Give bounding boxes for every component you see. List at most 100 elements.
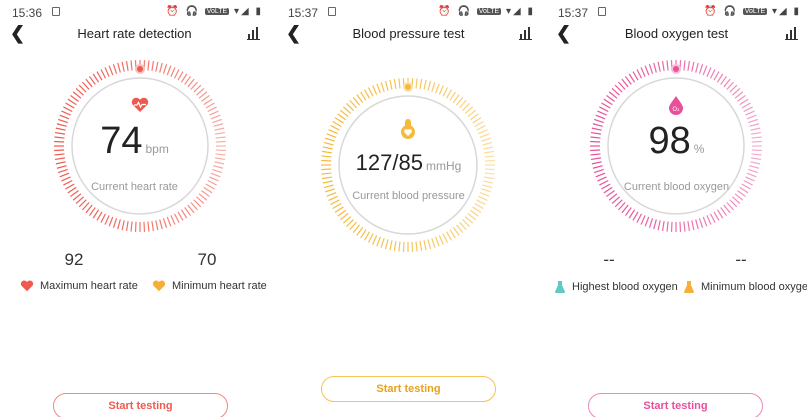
gauge-tick xyxy=(472,206,482,213)
gauge-tick xyxy=(134,221,137,232)
gauge-tick xyxy=(85,204,93,214)
gauge-tick xyxy=(691,61,695,72)
gauge-tick xyxy=(173,69,180,79)
gauge-tick xyxy=(657,220,661,231)
gauge-tick xyxy=(419,78,423,90)
gauge-tick xyxy=(356,226,364,236)
gauge-tick xyxy=(687,220,691,232)
min-heart-rate-legend: Minimum heart rate xyxy=(152,280,267,292)
gauge-tick xyxy=(648,218,654,228)
gauge-tick xyxy=(427,80,432,91)
gauge-tick xyxy=(666,221,669,232)
legend-label: Maximum heart rate xyxy=(40,280,138,292)
gauge-tick xyxy=(732,88,741,96)
blood-oxygen-number: 98 xyxy=(648,120,691,162)
gauge-tick xyxy=(749,165,760,169)
gauge-tick xyxy=(644,216,650,227)
gauge-tick xyxy=(606,94,615,102)
start-testing-button[interactable]: Start testing xyxy=(588,393,763,417)
gauge-tick xyxy=(608,193,618,201)
gauge-tick xyxy=(121,61,125,72)
gauge-marker xyxy=(403,82,413,92)
gauge-tick xyxy=(104,215,110,225)
gauge-tick xyxy=(741,102,751,109)
gauge-tick xyxy=(611,88,620,96)
gauge-tick xyxy=(628,73,636,83)
gauge-tick xyxy=(151,220,155,232)
gauge-tick xyxy=(611,196,620,204)
gauge-tick xyxy=(380,82,385,92)
reading-unit: % xyxy=(693,142,705,156)
gauge-tick xyxy=(352,224,361,233)
reading-value: 74 bpm xyxy=(0,120,269,163)
gauge-tick xyxy=(464,216,474,224)
gauge-tick xyxy=(737,94,746,102)
gauge-tick xyxy=(483,180,494,184)
gauge-tick xyxy=(210,114,221,120)
gauge-tick xyxy=(125,220,129,232)
gauge-tick xyxy=(170,215,176,225)
gauge-tick xyxy=(326,133,337,138)
gauge-tick xyxy=(82,202,90,211)
gauge-tick xyxy=(614,199,623,208)
gauge-tick xyxy=(323,184,334,189)
highest-oxygen-legend: Highest blood oxygen xyxy=(554,280,678,294)
gauge-tick xyxy=(482,141,493,146)
start-testing-button[interactable]: Start testing xyxy=(321,376,496,402)
gauge-tick xyxy=(427,239,432,250)
gauge-tick xyxy=(193,199,202,208)
gauge-tick xyxy=(75,88,84,96)
gauge-tick xyxy=(328,129,338,135)
gauge-tick xyxy=(334,206,344,213)
gauge-tick xyxy=(442,233,449,243)
max-heart-rate-value: 92 xyxy=(64,250,84,269)
gauge-tick xyxy=(691,220,695,231)
gauge-tick xyxy=(173,213,180,223)
gauge-tick xyxy=(419,240,423,252)
gauge-tick xyxy=(442,87,449,97)
gauge-tick xyxy=(184,76,192,85)
gauge-tick xyxy=(449,91,456,101)
gauge-tick xyxy=(187,78,195,88)
gauge-tick xyxy=(459,221,467,231)
gauge-tick xyxy=(628,209,636,219)
gauge-tick xyxy=(117,62,121,73)
gauge-tick xyxy=(360,91,367,101)
gauge-tick xyxy=(618,202,626,211)
gauge-tick xyxy=(462,103,470,111)
gauge-tick xyxy=(683,60,686,71)
gauge-tick xyxy=(70,94,79,102)
gauge-tick xyxy=(323,141,334,146)
gauge-tick xyxy=(203,98,213,106)
gauge-tick xyxy=(709,69,716,79)
blood-pressure-number: 127/85 xyxy=(355,150,423,175)
gauge-tick xyxy=(462,219,470,227)
gauge-tick xyxy=(734,91,744,99)
gauge-tick xyxy=(481,137,491,142)
gauge-tick xyxy=(193,84,202,93)
gauge-tick xyxy=(713,71,720,81)
heart-icon xyxy=(20,280,34,292)
gauge-tick xyxy=(640,215,646,225)
gauge-tick xyxy=(180,209,188,219)
gauge-tick xyxy=(356,94,364,104)
gauge-tick xyxy=(96,211,103,221)
svg-text:O₂: O₂ xyxy=(672,106,680,113)
gauge-tick xyxy=(63,106,73,113)
flask-icon xyxy=(684,281,694,293)
legend-label: Minimum blood oxygen xyxy=(701,281,807,293)
gauge-tick xyxy=(455,97,464,106)
gauge-tick xyxy=(438,235,444,245)
gauge-tick xyxy=(467,109,476,118)
gauge-tick xyxy=(130,60,133,71)
start-testing-button[interactable]: Start testing xyxy=(53,393,228,417)
gauge-tick xyxy=(92,209,100,219)
minimum-oxygen-legend: Minimum blood oxygen xyxy=(683,280,807,294)
gauge-tick xyxy=(739,98,749,106)
gauge-tick xyxy=(58,168,68,174)
gauge-tick xyxy=(177,71,184,81)
gauge-tick xyxy=(702,65,708,76)
gauge-tick xyxy=(636,213,643,223)
gauge-tick xyxy=(372,85,378,95)
gauge-tick xyxy=(411,241,414,252)
